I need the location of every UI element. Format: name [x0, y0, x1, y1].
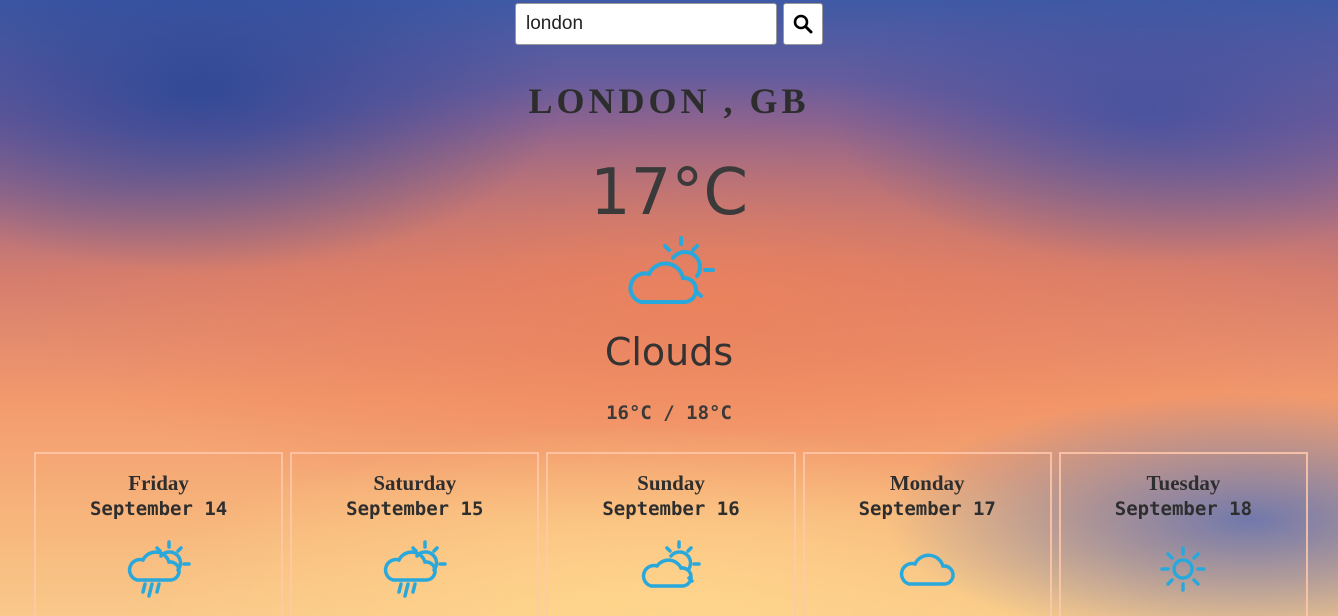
forecast-card: Monday September 17 — [802, 452, 1052, 616]
forecast-date: September 18 — [1114, 498, 1253, 520]
search-button[interactable] — [783, 3, 823, 45]
forecast-card: Sunday September 16 — [546, 452, 796, 616]
search-input[interactable] — [515, 3, 777, 45]
forecast-card: Friday September 14 — [34, 452, 284, 616]
search-bar — [515, 3, 823, 45]
min-max-temperature: 16°C / 18°C — [606, 402, 732, 424]
sun-icon — [1160, 546, 1207, 592]
forecast-day: Saturday — [373, 471, 457, 495]
forecast-date: September 16 — [602, 498, 740, 520]
forecast-date: September 14 — [89, 498, 228, 520]
forecast-day: Sunday — [637, 471, 705, 495]
rain-sun-icon — [383, 540, 447, 598]
forecast-card: Saturday September 15 — [290, 452, 540, 616]
partly-cloudy-icon — [641, 540, 701, 588]
forecast-day: Monday — [889, 471, 965, 495]
forecast-card: Tuesday September 18 — [1058, 452, 1309, 616]
weather-condition: Clouds — [604, 330, 734, 374]
rain-sun-icon — [127, 540, 191, 598]
partly-cloudy-icon — [628, 236, 715, 304]
forecast-date: September 15 — [346, 498, 484, 520]
forecast-list: Friday September 14 Saturday September 1… — [34, 452, 1309, 616]
forecast-date: September 17 — [858, 498, 996, 520]
forecast-day: Tuesday — [1146, 471, 1221, 495]
search-icon — [793, 14, 813, 34]
forecast-day: Friday — [128, 471, 189, 495]
cloud-icon — [900, 553, 955, 586]
city-title: LONDON , GB — [528, 81, 810, 121]
current-temperature: 17°C — [589, 156, 749, 230]
